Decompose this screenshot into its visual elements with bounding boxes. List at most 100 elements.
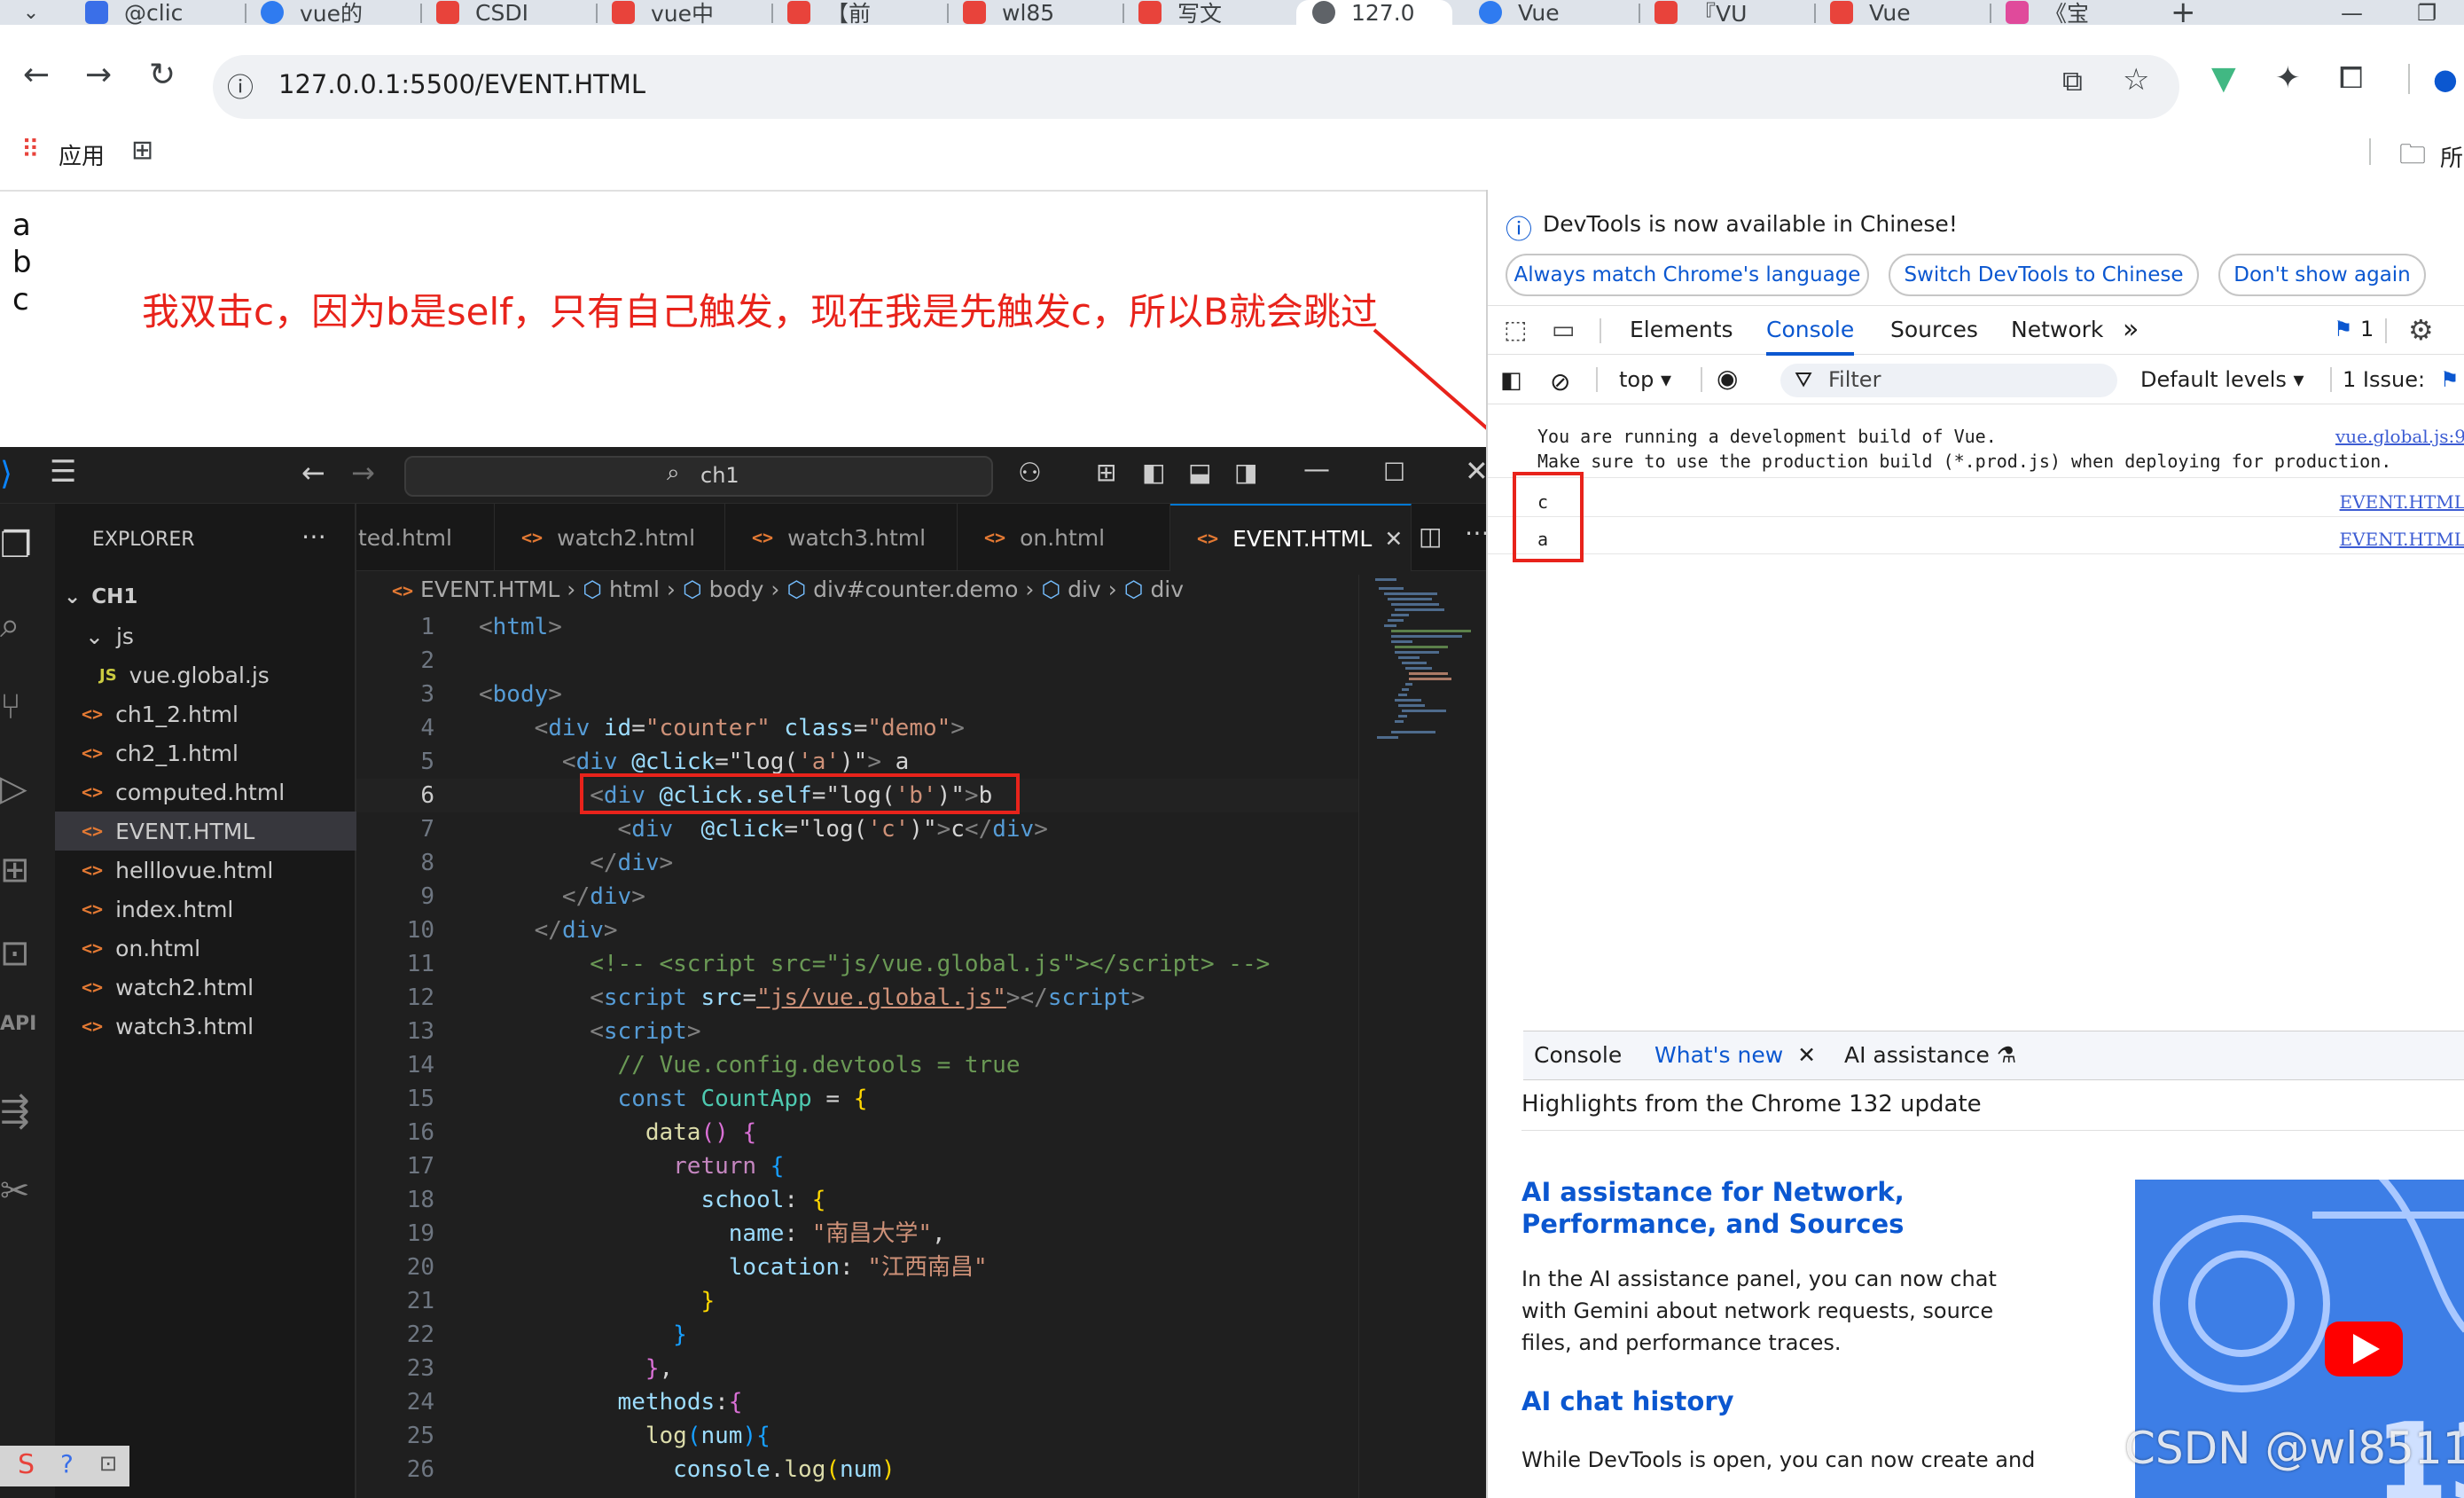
reload-icon[interactable]: ↻ [149,57,176,93]
section-title[interactable]: AI assistance for Network, Performance, … [1521,1176,2053,1240]
div-c-text[interactable]: c [12,282,29,318]
div-b-text[interactable]: b [12,245,32,280]
apps-bookmark[interactable]: 应用 [59,138,105,171]
div-a-text[interactable]: a [12,208,31,243]
tab-groups-icon[interactable]: ⊞ [131,135,153,166]
sogou-icon[interactable]: S [18,1449,35,1480]
maximize-icon[interactable]: ☐ [1383,458,1405,487]
menu-icon[interactable]: ☰ [50,454,76,490]
dont-show-again-button[interactable]: Don't show again [2218,254,2426,296]
inspect-element-icon[interactable]: ⬚ [1504,315,1527,344]
help-icon[interactable]: ? [60,1449,74,1478]
toggle-secondary-sidebar-icon[interactable]: ◨ [1234,458,1257,487]
new-tab-button[interactable]: + [2171,0,2215,25]
tab-search-button[interactable]: ⌄ [0,0,62,25]
puzzle-icon[interactable]: ⧠ [2339,60,2363,96]
breadcrumb-item[interactable]: html [609,576,660,602]
browser-tab[interactable]: CSDI [436,0,592,25]
copilot-icon[interactable]: ⚇ [1018,458,1042,489]
extension-icon[interactable]: ✦ [2275,60,2301,96]
source-control-icon[interactable]: ⑂ [0,686,44,731]
file-item[interactable]: <> helllovue.html [55,851,356,890]
api-icon[interactable]: API [0,1013,44,1057]
tools-icon[interactable]: ✂ [0,1171,44,1215]
folder-icon[interactable]: 🗀 [2399,135,2426,180]
file-item[interactable]: <> watch3.html [55,1007,356,1046]
gear-icon[interactable]: ⚙ [2408,313,2434,347]
live-share-icon[interactable]: ⇶ [0,1091,44,1135]
close-icon[interactable]: ✕ [1384,526,1403,552]
tab-sources[interactable]: Sources [1890,306,1978,356]
extensions-icon[interactable]: ⊞ [0,850,44,894]
close-icon[interactable]: ✕ [1465,454,1489,488]
more-tabs-icon[interactable]: » [2123,306,2139,356]
device-toolbar-icon[interactable]: ▭ [1552,315,1575,344]
layout-icon[interactable]: ⊞ [1096,458,1116,487]
file-item[interactable]: JS vue.global.js [55,655,356,694]
translate-icon[interactable]: ⧉ [2062,64,2083,98]
toggle-sidebar-icon[interactable]: ◧ [1142,458,1165,487]
url-text[interactable]: 127.0.0.1:5500/EVENT.HTML [278,69,645,99]
editor-tab[interactable]: <> watch3.html [725,504,958,571]
file-item[interactable]: <> watch2.html [55,968,356,1007]
toggle-panel-icon[interactable]: ⬓ [1188,458,1211,487]
command-center-search[interactable] [404,456,993,497]
folder-js[interactable]: ⌄ js [55,616,356,655]
minimize-button[interactable]: — [2341,0,2376,25]
browser-tab[interactable]: 《宝 [2006,0,2162,25]
site-info-icon[interactable]: ⓘ [227,66,254,105]
always-match-language-button[interactable]: Always match Chrome's language [1506,254,1869,296]
browser-tab[interactable]: Vue [1479,0,1635,25]
file-item[interactable]: <> ch2_1.html [55,733,356,773]
eye-icon[interactable]: ◉ [1717,364,1738,393]
breadcrumb-item[interactable]: body [709,576,764,602]
breadcrumb-item[interactable]: EVENT.HTML [420,576,559,602]
browser-tab[interactable]: Vue [1830,0,1986,25]
browser-tab[interactable]: 写文 [1138,0,1289,25]
clear-console-icon[interactable]: ⊘ [1550,367,1570,396]
back-arrow-icon[interactable]: ← [301,456,325,490]
tab-network[interactable]: Network [2011,306,2103,356]
drawer-tab-console[interactable]: Console [1534,1031,1622,1081]
browser-tab[interactable]: 『VU [1654,0,1811,25]
browser-tab[interactable]: vue中 [612,0,768,25]
all-bookmarks-label[interactable]: 所 [2440,140,2463,173]
issues-link[interactable]: 1 Issue: [2343,367,2425,392]
file-item[interactable]: <> index.html [55,890,356,929]
search-icon[interactable]: ⌕ [0,605,44,649]
tab-elements[interactable]: Elements [1630,306,1733,356]
browser-tab[interactable]: vue的 [261,0,417,25]
breadcrumb-item[interactable]: div [1150,576,1184,602]
drawer-tab-ai-assistance[interactable]: AI assistance ⚗ [1844,1031,2016,1081]
browser-tab[interactable]: @clic [85,0,241,25]
issues-count[interactable]: 1 [2360,317,2374,341]
editor-tab-active[interactable]: <> EVENT.HTML ✕ [1170,504,1412,571]
browser-tab[interactable]: 【前 [787,0,943,25]
remote-explorer-icon[interactable]: ⊡ [0,933,44,977]
breadcrumb-item[interactable]: div [1068,576,1101,602]
console-source-link[interactable]: EVENT.HTML [2340,529,2464,550]
editor-tab[interactable]: <> watch2.html [495,504,725,571]
breadcrumb-item[interactable]: div#counter.demo [813,576,1018,602]
tab-console[interactable]: Console [1766,306,1855,356]
issues-flag-icon[interactable]: ⚑ [2440,367,2460,392]
command-center-text[interactable]: ch1 [700,463,739,488]
restore-button[interactable]: ❐ [2417,0,2452,25]
bookmark-star-icon[interactable]: ☆ [2123,62,2149,98]
back-arrow-icon[interactable]: ← [23,57,50,93]
forward-arrow-icon[interactable]: → [85,57,112,93]
file-item[interactable]: <> ch1_2.html [55,694,356,733]
file-item[interactable]: <> computed.html [55,773,356,812]
browser-tab-active[interactable]: 127.0 [1296,0,1452,25]
forward-arrow-icon[interactable]: → [351,456,375,490]
file-item-selected[interactable]: <> EVENT.HTML [55,812,356,851]
context-selector[interactable]: top ▾ [1619,367,1671,392]
drawer-tab-whats-new[interactable]: What's new ✕ [1654,1031,1816,1081]
lock-icon[interactable]: ⊡ [99,1451,117,1476]
run-debug-icon[interactable]: ▷ [0,768,44,812]
console-source-link[interactable]: EVENT.HTML [2340,491,2464,513]
vue-devtools-icon[interactable]: ▼ [2211,60,2236,97]
file-item[interactable]: <> on.html [55,929,356,968]
section-title[interactable]: AI chat history [1521,1385,1734,1417]
apps-grid-icon[interactable]: ⠿ [21,135,39,164]
